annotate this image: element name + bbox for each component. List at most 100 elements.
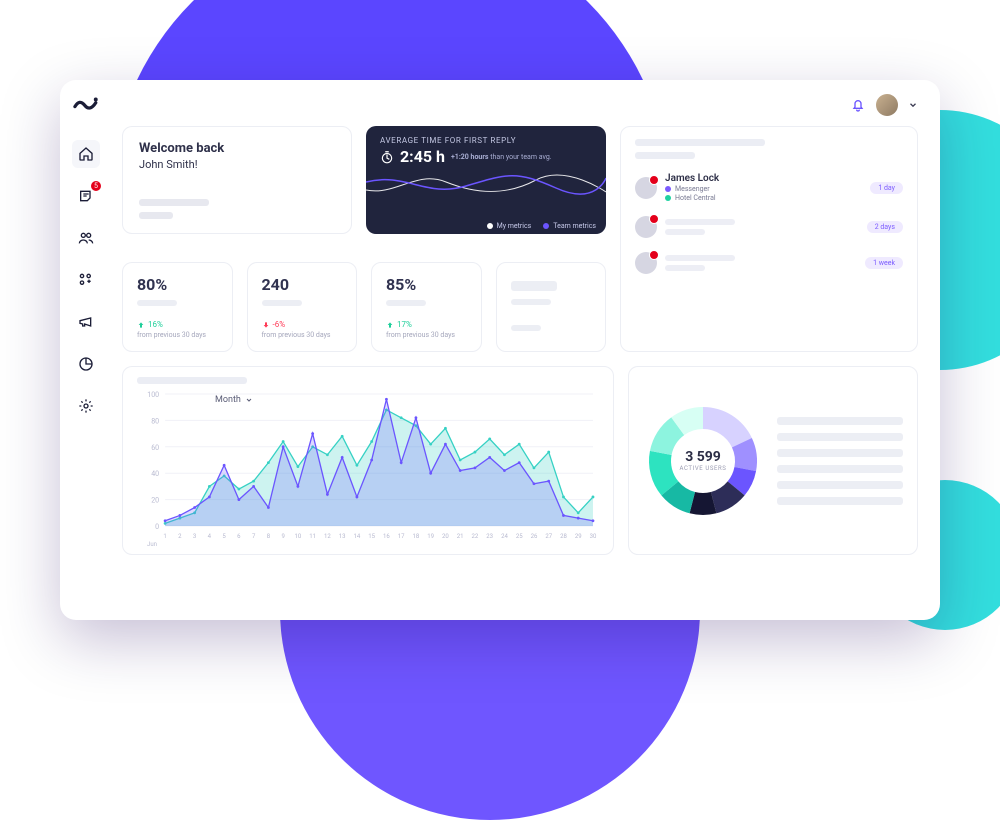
active-users-card: 3 599 ACTIVE USERS <box>628 366 918 555</box>
kpi-value: 80% <box>137 275 218 294</box>
svg-text:4: 4 <box>208 533 212 540</box>
topbar <box>122 94 918 116</box>
skeleton-line <box>665 219 735 225</box>
time-pill: 1 day <box>870 182 903 194</box>
skeleton-line <box>665 229 705 235</box>
svg-text:26: 26 <box>531 533 538 540</box>
home-icon <box>78 146 94 162</box>
svg-text:100: 100 <box>147 390 159 399</box>
skeleton-line <box>635 152 695 159</box>
trend-chart: 1008060402001234567891011121314151617181… <box>137 388 599 548</box>
nav-apps[interactable] <box>72 266 100 294</box>
nav-inbox[interactable]: 5 <box>72 182 100 210</box>
inbox-badge: 5 <box>90 180 102 192</box>
skeleton-line <box>665 255 735 261</box>
reply-delta: +1:20 hours than your team avg. <box>451 153 552 161</box>
kpi-tiles: 80% 16% from previous 30 days 240 -6% <box>122 262 606 352</box>
megaphone-icon <box>78 314 94 330</box>
apps-icon <box>78 272 94 288</box>
arrow-down-icon <box>262 321 270 329</box>
svg-text:Jun: Jun <box>147 541 157 548</box>
avatar[interactable] <box>876 94 898 116</box>
svg-text:12: 12 <box>324 533 331 540</box>
svg-text:10: 10 <box>295 533 302 540</box>
svg-text:13: 13 <box>339 533 346 540</box>
svg-text:24: 24 <box>501 533 508 540</box>
reply-label: AVERAGE TIME FOR FIRST REPLY <box>380 136 592 145</box>
kpi-trend: 16% <box>137 320 218 329</box>
kpi-trend: 17% <box>386 320 467 329</box>
skeleton-line <box>777 433 903 441</box>
svg-text:20: 20 <box>151 496 159 505</box>
kpi-value: 85% <box>386 275 467 294</box>
first-reply-card: AVERAGE TIME FOR FIRST REPLY 2:45 h +1:2… <box>366 126 606 234</box>
gear-icon <box>78 398 94 414</box>
nav-users[interactable] <box>72 224 100 252</box>
skeleton-line <box>635 139 765 146</box>
skeleton-line <box>777 465 903 473</box>
period-selector[interactable]: Month <box>215 395 253 405</box>
svg-text:29: 29 <box>575 533 582 540</box>
svg-text:15: 15 <box>368 533 375 540</box>
queue-entry[interactable]: 2 days <box>635 216 903 238</box>
arrow-up-icon <box>137 321 145 329</box>
svg-text:18: 18 <box>413 533 420 540</box>
svg-text:19: 19 <box>427 533 434 540</box>
skeleton-line <box>511 325 541 331</box>
skeleton-line <box>139 212 173 219</box>
skeleton-line <box>137 300 177 306</box>
skeleton-line <box>511 281 557 291</box>
donut-label: ACTIVE USERS <box>680 465 727 472</box>
skeleton-line <box>777 497 903 505</box>
nav-announce[interactable] <box>72 308 100 336</box>
skeleton-line <box>777 417 903 425</box>
svg-text:25: 25 <box>516 533 523 540</box>
welcome-card: Welcome back John Smith! <box>122 126 352 234</box>
entry-channel: Messenger <box>665 185 862 193</box>
time-pill: 1 week <box>865 257 903 269</box>
users-icon <box>78 230 94 246</box>
svg-text:5: 5 <box>222 533 226 540</box>
bell-icon[interactable] <box>850 97 866 113</box>
queue-entry[interactable]: James Lock Messenger Hotel Central 1 day <box>635 173 903 202</box>
queue-entry[interactable]: 1 week <box>635 252 903 274</box>
svg-text:9: 9 <box>281 533 284 540</box>
kpi-tile: 85% 17% from previous 30 days <box>371 262 482 352</box>
svg-text:16: 16 <box>383 533 390 540</box>
nav-analytics[interactable] <box>72 350 100 378</box>
svg-text:17: 17 <box>398 533 405 540</box>
svg-text:80: 80 <box>151 416 159 425</box>
svg-text:14: 14 <box>354 533 361 540</box>
kpi-compare: from previous 30 days <box>262 331 343 339</box>
nav-home[interactable] <box>72 140 100 168</box>
skeleton-line <box>262 300 302 306</box>
svg-text:0: 0 <box>155 522 159 531</box>
svg-text:1: 1 <box>163 533 166 540</box>
welcome-user: John Smith! <box>139 158 335 171</box>
svg-text:11: 11 <box>309 533 316 540</box>
svg-text:21: 21 <box>457 533 464 540</box>
skeleton-line <box>137 377 247 384</box>
svg-text:27: 27 <box>545 533 552 540</box>
kpi-compare: from previous 30 days <box>386 331 467 339</box>
skeleton-line <box>386 300 426 306</box>
skeleton-line <box>139 199 209 206</box>
entry-name: James Lock <box>665 173 862 184</box>
time-pill: 2 days <box>867 221 903 233</box>
svg-text:60: 60 <box>151 443 159 452</box>
avatar <box>635 177 657 199</box>
chart-icon <box>78 356 94 372</box>
svg-text:40: 40 <box>151 469 159 478</box>
chevron-down-icon[interactable] <box>908 100 918 110</box>
chevron-down-icon <box>245 396 253 404</box>
skeleton-line <box>511 299 551 305</box>
nav-settings[interactable] <box>72 392 100 420</box>
svg-text:7: 7 <box>252 533 256 540</box>
activity-queue-card: James Lock Messenger Hotel Central 1 day… <box>620 126 918 352</box>
svg-text:28: 28 <box>560 533 567 540</box>
arrow-up-icon <box>386 321 394 329</box>
svg-text:3: 3 <box>193 533 196 540</box>
kpi-tile: 80% 16% from previous 30 days <box>122 262 233 352</box>
trend-chart-card: Month 1008060402001234567891011121314151… <box>122 366 614 555</box>
entry-place: Hotel Central <box>665 194 862 202</box>
